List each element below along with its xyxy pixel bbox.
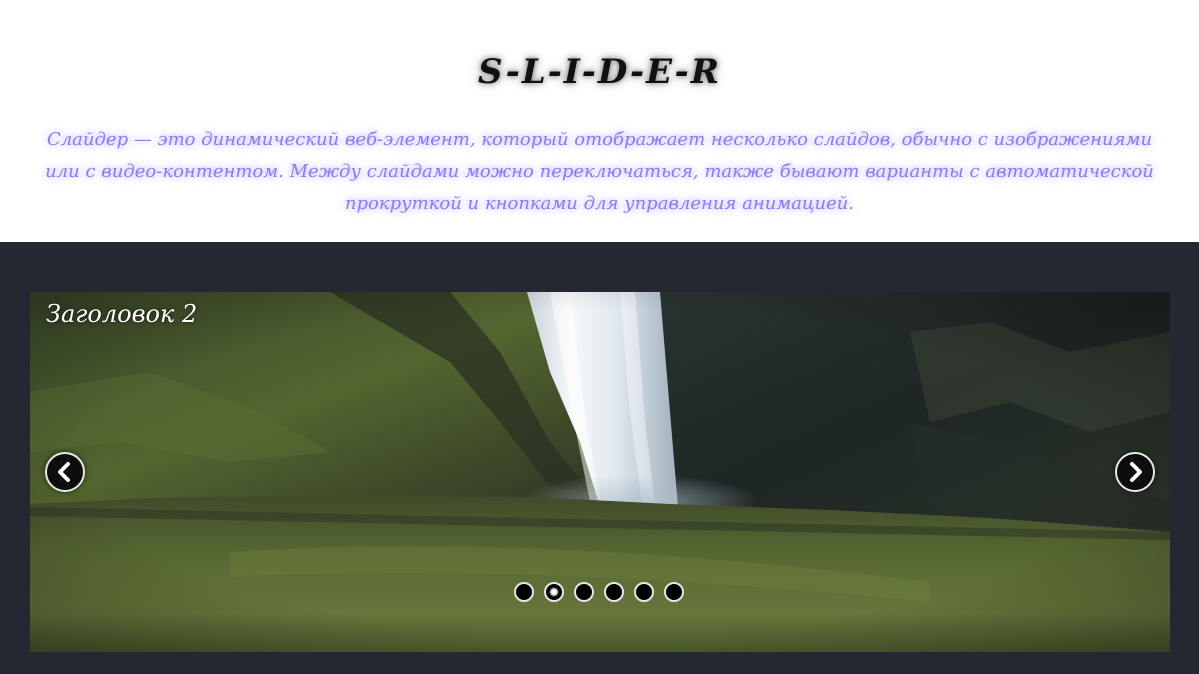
slider-stage: Заголовок 2 bbox=[0, 242, 1199, 674]
slider-dot-3[interactable] bbox=[574, 582, 594, 602]
slider-pagination bbox=[514, 582, 694, 604]
page-title: S-L-I-D-E-R bbox=[477, 52, 722, 92]
page-header: S-L-I-D-E-R Слайдер — это динамический в… bbox=[0, 0, 1199, 242]
slider-dot-5[interactable] bbox=[634, 582, 654, 602]
slider-next-button[interactable] bbox=[1115, 452, 1155, 492]
slider-prev-button[interactable] bbox=[45, 452, 85, 492]
slider-dot-1[interactable] bbox=[514, 582, 534, 602]
slider-dot-4[interactable] bbox=[604, 582, 624, 602]
page-description: Слайдер — это динамический веб-элемент, … bbox=[45, 129, 1154, 214]
chevron-left-icon bbox=[58, 462, 70, 482]
slider-viewport: Заголовок 2 bbox=[30, 292, 1170, 652]
chevron-right-icon bbox=[1130, 462, 1142, 482]
slide-caption: Заголовок 2 bbox=[46, 300, 198, 328]
slider-dot-6[interactable] bbox=[664, 582, 684, 602]
slider-dot-2[interactable] bbox=[544, 582, 564, 602]
